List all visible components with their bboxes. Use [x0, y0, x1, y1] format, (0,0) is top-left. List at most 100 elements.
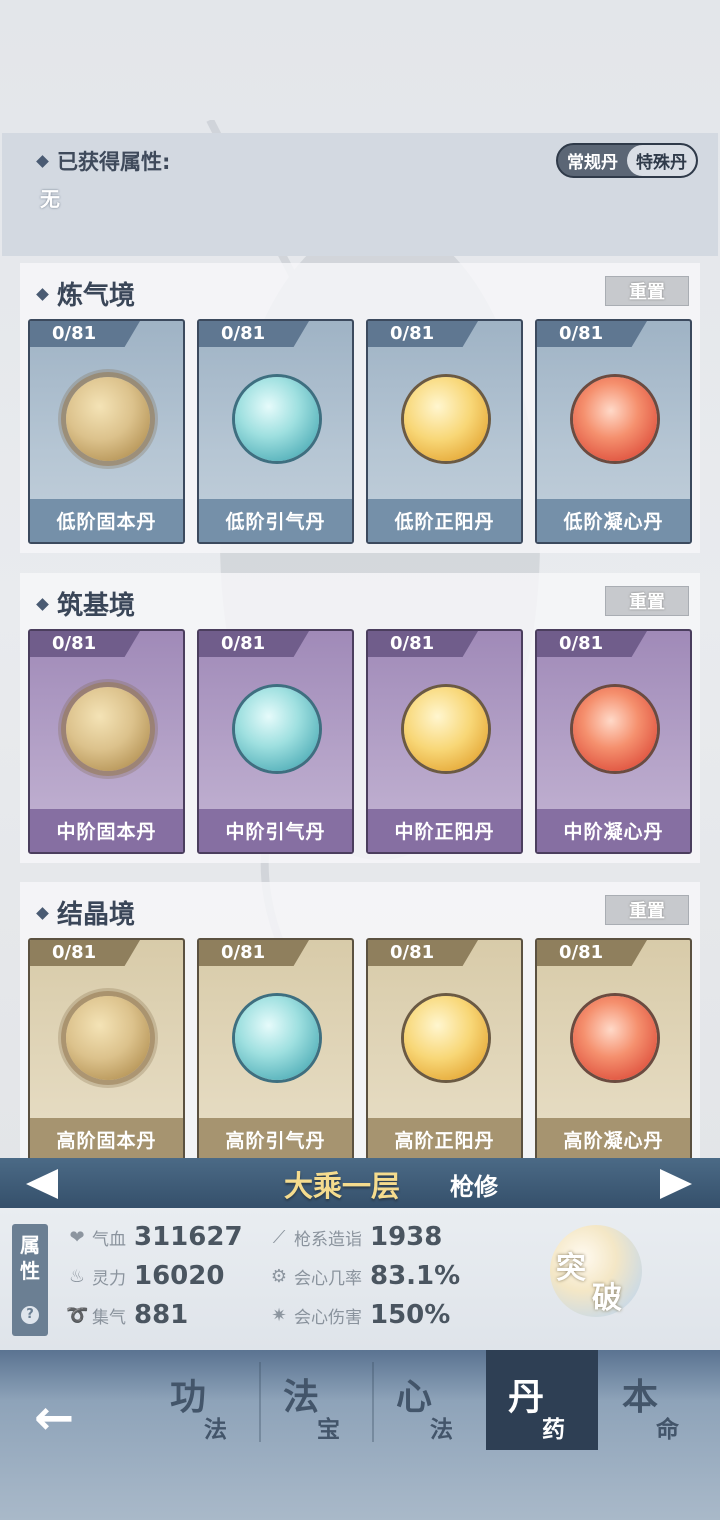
gu-ben-pill-icon [66, 687, 150, 771]
pill-count: 0/81 [30, 631, 140, 657]
nav-tab-small: 法 [204, 1417, 227, 1443]
section-zhuji: 筑基境 重置 0/81 中阶固本丹 0/81 中阶引气丹 0/81 中阶正阳丹 0/8… [20, 573, 700, 863]
pill-count: 0/81 [30, 321, 140, 347]
section-title-label: 炼气境 [57, 281, 136, 311]
next-arrow-icon[interactable] [660, 1169, 692, 1199]
gu-ben-pill-icon [66, 996, 150, 1080]
stat-value: 311627 [134, 1222, 243, 1252]
pill-card[interactable]: 0/81 中阶引气丹 [197, 629, 354, 854]
nav-tab-big: 法 [283, 1377, 320, 1418]
pill-name: 中阶引气丹 [199, 809, 352, 852]
pill-name: 低阶引气丹 [199, 499, 352, 542]
realm-bar: 大乘一层 枪修 [0, 1158, 720, 1208]
toggle-special-pills[interactable]: 特殊丹 [627, 145, 696, 176]
stat-value: 1938 [370, 1222, 443, 1252]
help-icon[interactable]: ? [21, 1306, 39, 1324]
stat-value: 881 [134, 1300, 189, 1330]
diamond-icon [36, 288, 49, 301]
stat-value: 150% [370, 1300, 451, 1330]
back-arrow-icon[interactable]: ← [34, 1390, 74, 1446]
pill-count: 0/81 [199, 321, 309, 347]
stat-crit-rate: ⚙ 会心几率 83.1% [268, 1261, 460, 1291]
stat-crit-damage: ✷ 会心伤害 150% [268, 1300, 450, 1330]
yin-qi-pill-icon [235, 687, 319, 771]
nav-tab-small: 命 [656, 1417, 679, 1443]
heart-icon: ❤ [69, 1226, 85, 1248]
pill-card[interactable]: 0/81 高阶固本丹 [28, 938, 185, 1163]
realm-name: 大乘一层 [284, 1169, 401, 1203]
attributes-tab[interactable]: 属性 ? [12, 1224, 48, 1336]
gu-ben-pill-icon [66, 377, 150, 461]
pill-card[interactable]: 0/81 低阶固本丹 [28, 319, 185, 544]
pill-name: 低阶凝心丹 [537, 499, 690, 542]
breakthrough-char-2: 破 [592, 1281, 622, 1316]
diamond-icon [36, 154, 49, 168]
zheng-yang-pill-icon [404, 996, 488, 1080]
reset-button[interactable]: 重置 [605, 895, 689, 925]
section-title: 结晶境 [36, 894, 136, 931]
pill-name: 中阶正阳丹 [368, 809, 521, 852]
section-title: 炼气境 [36, 275, 136, 312]
nav-tab-fabao[interactable]: 法宝 [261, 1350, 373, 1450]
zheng-yang-pill-icon [404, 687, 488, 771]
breakthrough-button[interactable]: 突 破 [550, 1225, 642, 1317]
stat-name: 气血 [92, 1229, 126, 1250]
pill-name: 中阶凝心丹 [537, 809, 690, 852]
stat-name: 会心伤害 [294, 1307, 362, 1328]
ning-xin-pill-icon [573, 996, 657, 1080]
pill-name: 低阶固本丹 [30, 499, 183, 542]
pill-card[interactable]: 0/81 高阶引气丹 [197, 938, 354, 1163]
stat-value: 83.1% [370, 1261, 461, 1291]
pill-count: 0/81 [537, 940, 647, 966]
pill-count: 0/81 [537, 321, 647, 347]
toggle-regular-pills[interactable]: 常规丹 [558, 145, 627, 176]
nav-tab-big: 功 [170, 1377, 207, 1418]
pill-card[interactable]: 0/81 低阶正阳丹 [366, 319, 523, 544]
pill-count: 0/81 [537, 631, 647, 657]
nav-tab-danyao[interactable]: 丹药 [486, 1350, 598, 1450]
pill-card[interactable]: 0/81 中阶固本丹 [28, 629, 185, 854]
stat-name: 集气 [92, 1307, 126, 1328]
pill-card[interactable]: 0/81 高阶正阳丹 [366, 938, 523, 1163]
flame-icon: ♨ [68, 1265, 86, 1287]
nav-tab-small: 法 [430, 1417, 453, 1443]
nav-tab-gongfa[interactable]: 功法 [148, 1350, 260, 1450]
spear-icon: ⟋ [272, 1226, 286, 1248]
attributes-tab-label: 属性 [20, 1233, 40, 1283]
previous-arrow-icon[interactable] [26, 1169, 58, 1199]
diamond-icon [36, 907, 49, 920]
pill-card[interactable]: 0/81 低阶引气丹 [197, 319, 354, 544]
yin-qi-pill-icon [235, 996, 319, 1080]
pill-count: 0/81 [368, 940, 478, 966]
nav-tab-benming[interactable]: 本命 [600, 1350, 712, 1450]
breakthrough-char-1: 突 [556, 1251, 586, 1286]
pill-card[interactable]: 0/81 低阶凝心丹 [535, 319, 692, 544]
crit-damage-icon: ✷ [271, 1304, 287, 1326]
pill-count: 0/81 [368, 631, 478, 657]
section-jiejing: 结晶境 重置 0/81 高阶固本丹 0/81 高阶引气丹 0/81 高阶正阳丹 0/8… [20, 882, 700, 1172]
pill-name: 中阶固本丹 [30, 809, 183, 852]
obtained-attributes-title: 已获得属性: [36, 146, 170, 176]
yin-qi-pill-icon [235, 377, 319, 461]
pill-card[interactable]: 0/81 中阶正阳丹 [366, 629, 523, 854]
reset-button[interactable]: 重置 [605, 586, 689, 616]
stat-value: 16020 [134, 1261, 225, 1291]
diamond-icon [36, 598, 49, 611]
section-title-label: 筑基境 [57, 591, 136, 621]
section-title-label: 结晶境 [57, 900, 136, 930]
pill-name: 高阶正阳丹 [368, 1118, 521, 1161]
nav-tab-small: 宝 [317, 1417, 340, 1443]
pill-card[interactable]: 0/81 高阶凝心丹 [535, 938, 692, 1163]
nav-tab-big: 本 [622, 1377, 659, 1418]
stat-spirit: ♨ 灵力 16020 [66, 1261, 225, 1291]
stat-name: 灵力 [92, 1268, 126, 1289]
section-lianqi: 炼气境 重置 0/81 低阶固本丹 0/81 低阶引气丹 0/81 低阶正阳丹 0/8… [20, 263, 700, 553]
obtained-attributes-value: 无 [40, 187, 60, 211]
nav-tab-big: 丹 [508, 1377, 545, 1418]
reset-button[interactable]: 重置 [605, 276, 689, 306]
ning-xin-pill-icon [573, 687, 657, 771]
nav-tab-big: 心 [396, 1377, 433, 1418]
pill-card[interactable]: 0/81 中阶凝心丹 [535, 629, 692, 854]
nav-tab-xinfa[interactable]: 心法 [374, 1350, 486, 1450]
pill-name: 高阶凝心丹 [537, 1118, 690, 1161]
